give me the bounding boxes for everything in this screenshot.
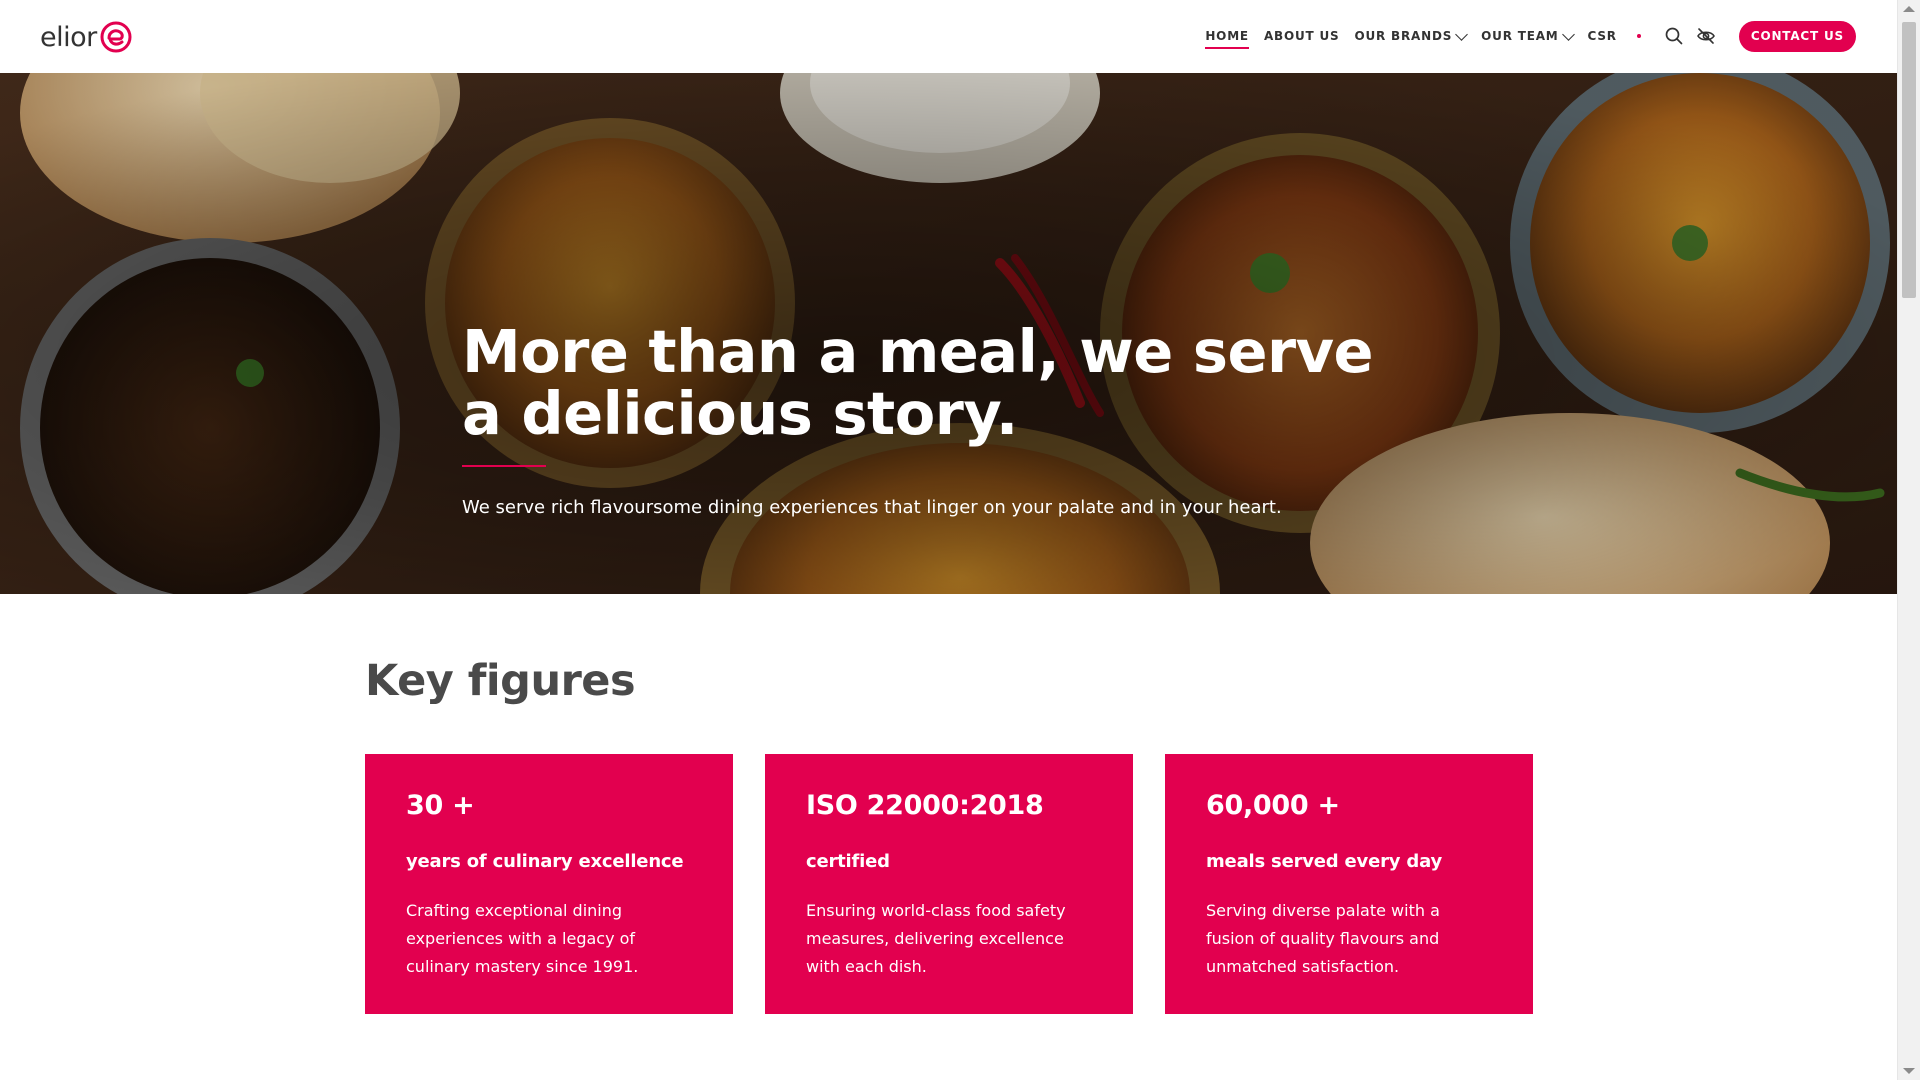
chevron-down-icon (1455, 27, 1469, 41)
scrollbar-thumb[interactable] (1902, 22, 1916, 298)
key-figure-label: years of culinary excellence (406, 851, 684, 872)
key-figures-title: Key figures (365, 656, 636, 706)
hero-title: More than a meal, we serve a delicious s… (462, 317, 1374, 448)
search-icon (1665, 27, 1683, 45)
key-figure-label: meals served every day (1206, 851, 1442, 872)
scroll-up-arrow-icon[interactable] (1903, 6, 1915, 12)
accessibility-toggle-button[interactable] (1695, 25, 1717, 47)
key-figure-text: Ensuring world-class food safety measure… (806, 901, 1066, 976)
key-figure-text: Crafting exceptional dining experiences … (406, 901, 639, 976)
key-figure-card: 60,000 + meals served every day Serving … (1165, 754, 1533, 1014)
search-button[interactable] (1663, 25, 1685, 47)
nav-separator-dot (1636, 34, 1641, 38)
hero-subtitle: We serve rich flavoursome dining experie… (462, 497, 1282, 518)
key-figure-value: 60,000 + (1206, 790, 1340, 821)
elior-logo[interactable]: elior (40, 20, 133, 54)
nav-our-team-label: OUR TEAM (1481, 29, 1559, 43)
logo-e-icon (100, 21, 132, 53)
nav-about-us-label: ABOUT US (1263, 29, 1340, 43)
nav-about-us[interactable]: ABOUT US (1264, 23, 1340, 49)
contact-us-button[interactable]: CONTACT US (1738, 20, 1856, 52)
nav-our-brands[interactable]: OUR BRANDS (1354, 23, 1469, 49)
nav-home[interactable]: HOME (1205, 23, 1249, 49)
nav-csr[interactable]: CSR (1588, 23, 1617, 49)
contact-us-label: CONTACT US (1750, 29, 1844, 43)
key-figure-text: Serving diverse palate with a fusion of … (1206, 901, 1440, 976)
site-header: elior HOME ABOUT US OUR BRANDS OUR TEAM … (0, 0, 1898, 74)
key-figure-value: 30 + (406, 790, 475, 821)
main-nav: HOME ABOUT US OUR BRANDS OUR TEAM CSR CO… (1205, 19, 1856, 53)
key-figures-cards: 30 + years of culinary excellence Crafti… (365, 754, 1533, 1014)
nav-home-label: HOME (1205, 29, 1249, 43)
logo-text: elior (40, 21, 97, 53)
nav-our-team[interactable]: OUR TEAM (1481, 23, 1575, 49)
key-figure-card: ISO 22000:2018 certified Ensuring world-… (765, 754, 1133, 1014)
hero-section: More than a meal, we serve a delicious s… (0, 73, 1898, 594)
chevron-down-icon (1561, 27, 1575, 41)
key-figure-card: 30 + years of culinary excellence Crafti… (365, 754, 733, 1014)
page-scrollbar[interactable] (1897, 0, 1920, 1080)
eye-off-icon (1696, 28, 1715, 44)
key-figure-value: ISO 22000:2018 (806, 790, 1044, 821)
nav-our-brands-label: OUR BRANDS (1354, 29, 1453, 43)
scroll-down-arrow-icon[interactable] (1903, 1068, 1915, 1074)
key-figure-label: certified (806, 851, 890, 872)
nav-csr-label: CSR (1587, 29, 1617, 43)
hero-accent-rule (462, 465, 546, 467)
